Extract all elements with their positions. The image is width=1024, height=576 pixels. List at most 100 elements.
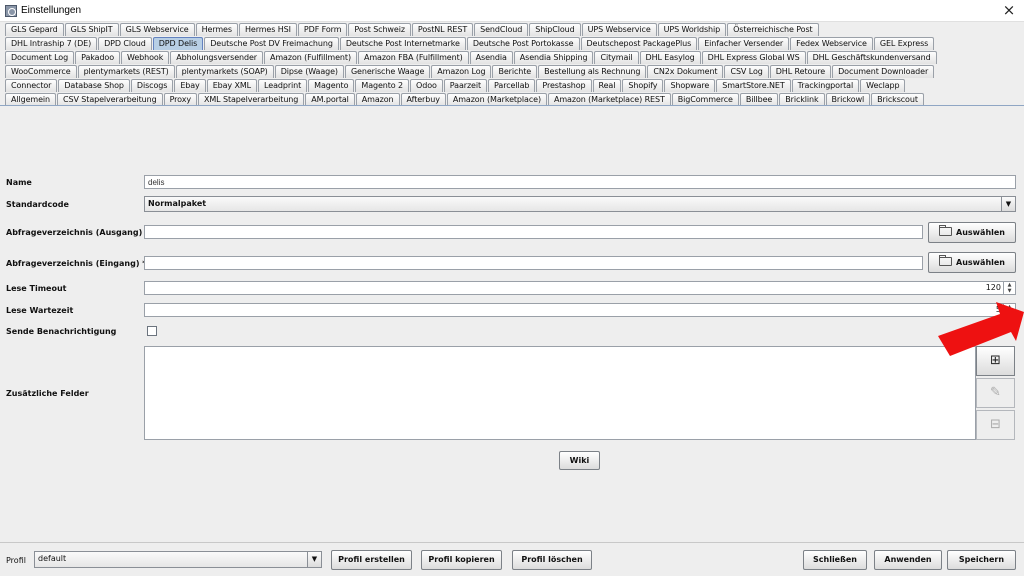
tab-item[interactable]: Einfacher Versender — [698, 37, 790, 50]
tab-item[interactable]: Berichte — [492, 65, 538, 78]
name-input[interactable] — [144, 175, 1016, 189]
tab-item[interactable]: Prestashop — [536, 79, 592, 92]
tab-item[interactable]: UPS Webservice — [581, 23, 657, 36]
schliessen-button[interactable]: Schließen — [803, 550, 867, 570]
sende-benachrichtigung-label: Sende Benachrichtigung — [6, 327, 117, 336]
lese-wartezeit-spinner[interactable]: 5 ▲ ▼ — [144, 303, 1016, 317]
tab-item[interactable]: Deutschepost PackagePlus — [580, 37, 698, 50]
tab-item[interactable]: UPS Worldship — [657, 23, 727, 36]
tab-item[interactable]: Document Downloader — [832, 65, 935, 78]
tab-item[interactable]: Amazon FBA (Fulfillment) — [357, 51, 469, 64]
add-field-button[interactable]: ⊞ — [976, 346, 1015, 376]
arrow-down-icon[interactable]: ▼ — [1004, 310, 1015, 316]
tab-item[interactable]: Deutsche Post DV Freimachung — [204, 37, 339, 50]
tab-item[interactable]: Abholungsversender — [170, 51, 263, 64]
tab-item[interactable]: Paarzeit — [443, 79, 488, 92]
tab-item[interactable]: GLS Gepard — [5, 23, 64, 36]
tab-item[interactable]: Generische Waage — [344, 65, 431, 78]
tab-item[interactable]: Hermes — [195, 23, 238, 36]
tab-item[interactable]: DHL Easylog — [639, 51, 701, 64]
tab-item[interactable]: plentymarkets (REST) — [77, 65, 175, 78]
folder-icon — [939, 225, 952, 236]
tab-item[interactable]: Asendia — [469, 51, 513, 64]
tab-item[interactable]: Leadprint — [258, 79, 308, 92]
tab-item[interactable]: Magento 2 — [355, 79, 410, 92]
chevron-down-icon[interactable]: ▼ — [1001, 197, 1015, 211]
plus-icon: ⊞ — [990, 353, 1001, 368]
tab-item[interactable]: Ebay — [174, 79, 206, 92]
standardcode-label: Standardcode — [6, 200, 69, 209]
tab-item[interactable]: CSV Log — [724, 65, 769, 78]
standardcode-select[interactable]: Normalpaket ▼ — [144, 196, 1016, 212]
tab-item[interactable]: Dipse (Waage) — [274, 65, 344, 78]
tab-item[interactable]: Trackingportal — [791, 79, 860, 92]
tab-item[interactable]: Document Log — [5, 51, 75, 64]
tab-item[interactable]: Shopify — [622, 79, 664, 92]
tab-item[interactable]: Database Shop — [58, 79, 130, 92]
tab-item[interactable]: PDF Form — [297, 23, 348, 36]
tab-item[interactable]: Ebay XML — [206, 79, 258, 92]
tab-row: GLS Gepard GLS ShipIT GLS Webservice Hermes… — [5, 23, 1019, 36]
tab-item[interactable]: Deutsche Post Portokasse — [466, 37, 580, 50]
sende-benachrichtigung-checkbox[interactable] — [147, 326, 157, 336]
tab-item[interactable]: Österreichische Post — [727, 23, 819, 36]
close-icon[interactable]: × — [994, 0, 1024, 22]
arrow-down-icon[interactable]: ▼ — [1004, 288, 1015, 294]
profil-erstellen-button[interactable]: Profil erstellen — [331, 550, 412, 570]
tab-item[interactable]: Magento — [308, 79, 355, 92]
tab-item[interactable]: ShipCloud — [529, 23, 581, 36]
tab-item[interactable]: Connector — [5, 79, 58, 92]
tab-item[interactable]: Real — [592, 79, 622, 92]
lese-timeout-spinner[interactable]: 120 ▲ ▼ — [144, 281, 1016, 295]
tab-item[interactable]: Webhook — [121, 51, 170, 64]
profil-kopieren-button[interactable]: Profil kopieren — [421, 550, 502, 570]
profil-select[interactable]: default ▼ — [34, 551, 322, 568]
tab-item[interactable]: Bestellung als Rechnung — [538, 65, 647, 78]
tab-item[interactable]: Post Schweiz — [348, 23, 411, 36]
edit-field-button[interactable]: ✎ — [976, 378, 1015, 408]
chevron-down-icon[interactable]: ▼ — [307, 552, 321, 567]
auswaehlen-ausgang-button[interactable]: Auswählen — [928, 222, 1016, 243]
tab-item[interactable]: DHL Express Global WS — [701, 51, 806, 64]
tab-item[interactable]: DHL Retoure — [769, 65, 832, 78]
tab-item[interactable]: Weclapp — [860, 79, 906, 92]
tab-item[interactable]: DHL Intraship 7 (DE) — [5, 37, 98, 50]
abfrage-ausgang-input[interactable] — [144, 225, 923, 239]
tab-item[interactable]: Citymail — [594, 51, 639, 64]
tab-item[interactable]: SmartStore.NET — [716, 79, 791, 92]
speichern-button[interactable]: Speichern — [947, 550, 1016, 570]
edit-icon: ✎ — [990, 385, 1001, 400]
tab-item[interactable]: DHL Geschäftskundenversand — [806, 51, 937, 64]
tab-item[interactable]: CN2x Dokument — [647, 65, 724, 78]
anwenden-button[interactable]: Anwenden — [874, 550, 942, 570]
tab-item[interactable]: DPD Cloud — [98, 37, 152, 50]
tab-item[interactable]: plentymarkets (SOAP) — [175, 65, 274, 78]
tab-item[interactable]: DPD Delis — [152, 37, 204, 50]
spinner-buttons[interactable]: ▲ ▼ — [1003, 282, 1015, 294]
abfrage-eingang-input[interactable] — [144, 256, 923, 270]
tab-item[interactable]: Odoo — [410, 79, 443, 92]
tab-item[interactable]: Parcellab — [488, 79, 536, 92]
tab-item[interactable]: GLS Webservice — [119, 23, 195, 36]
tab-item[interactable]: Hermes HSI — [238, 23, 297, 36]
tab-item[interactable]: Shopware — [664, 79, 716, 92]
auswaehlen-eingang-button[interactable]: Auswählen — [928, 252, 1016, 273]
tab-item[interactable]: Discogs — [130, 79, 174, 92]
tab-item[interactable]: Amazon (Fulfillment) — [263, 51, 357, 64]
wiki-button[interactable]: Wiki — [559, 451, 600, 470]
tab-item[interactable]: SendCloud — [474, 23, 529, 36]
tab-item[interactable]: PostNL REST — [411, 23, 474, 36]
tab-item[interactable]: GLS ShipIT — [64, 23, 119, 36]
tab-item[interactable]: Fedex Webservice — [790, 37, 873, 50]
tab-item[interactable]: Amazon Log — [431, 65, 492, 78]
remove-field-button[interactable]: ⊟ — [976, 410, 1015, 440]
zusaetzliche-felder-textarea[interactable] — [144, 346, 976, 440]
tab-item[interactable]: Pakadoo — [75, 51, 121, 64]
tab-item[interactable]: WooCommerce — [5, 65, 77, 78]
lese-timeout-value: 120 — [985, 283, 1001, 292]
tab-item[interactable]: Deutsche Post Internetmarke — [339, 37, 466, 50]
tab-item[interactable]: Asendia Shipping — [513, 51, 594, 64]
tab-item[interactable]: GEL Express — [873, 37, 935, 50]
profil-loeschen-button[interactable]: Profil löschen — [512, 550, 592, 570]
spinner-buttons[interactable]: ▲ ▼ — [1003, 304, 1015, 316]
